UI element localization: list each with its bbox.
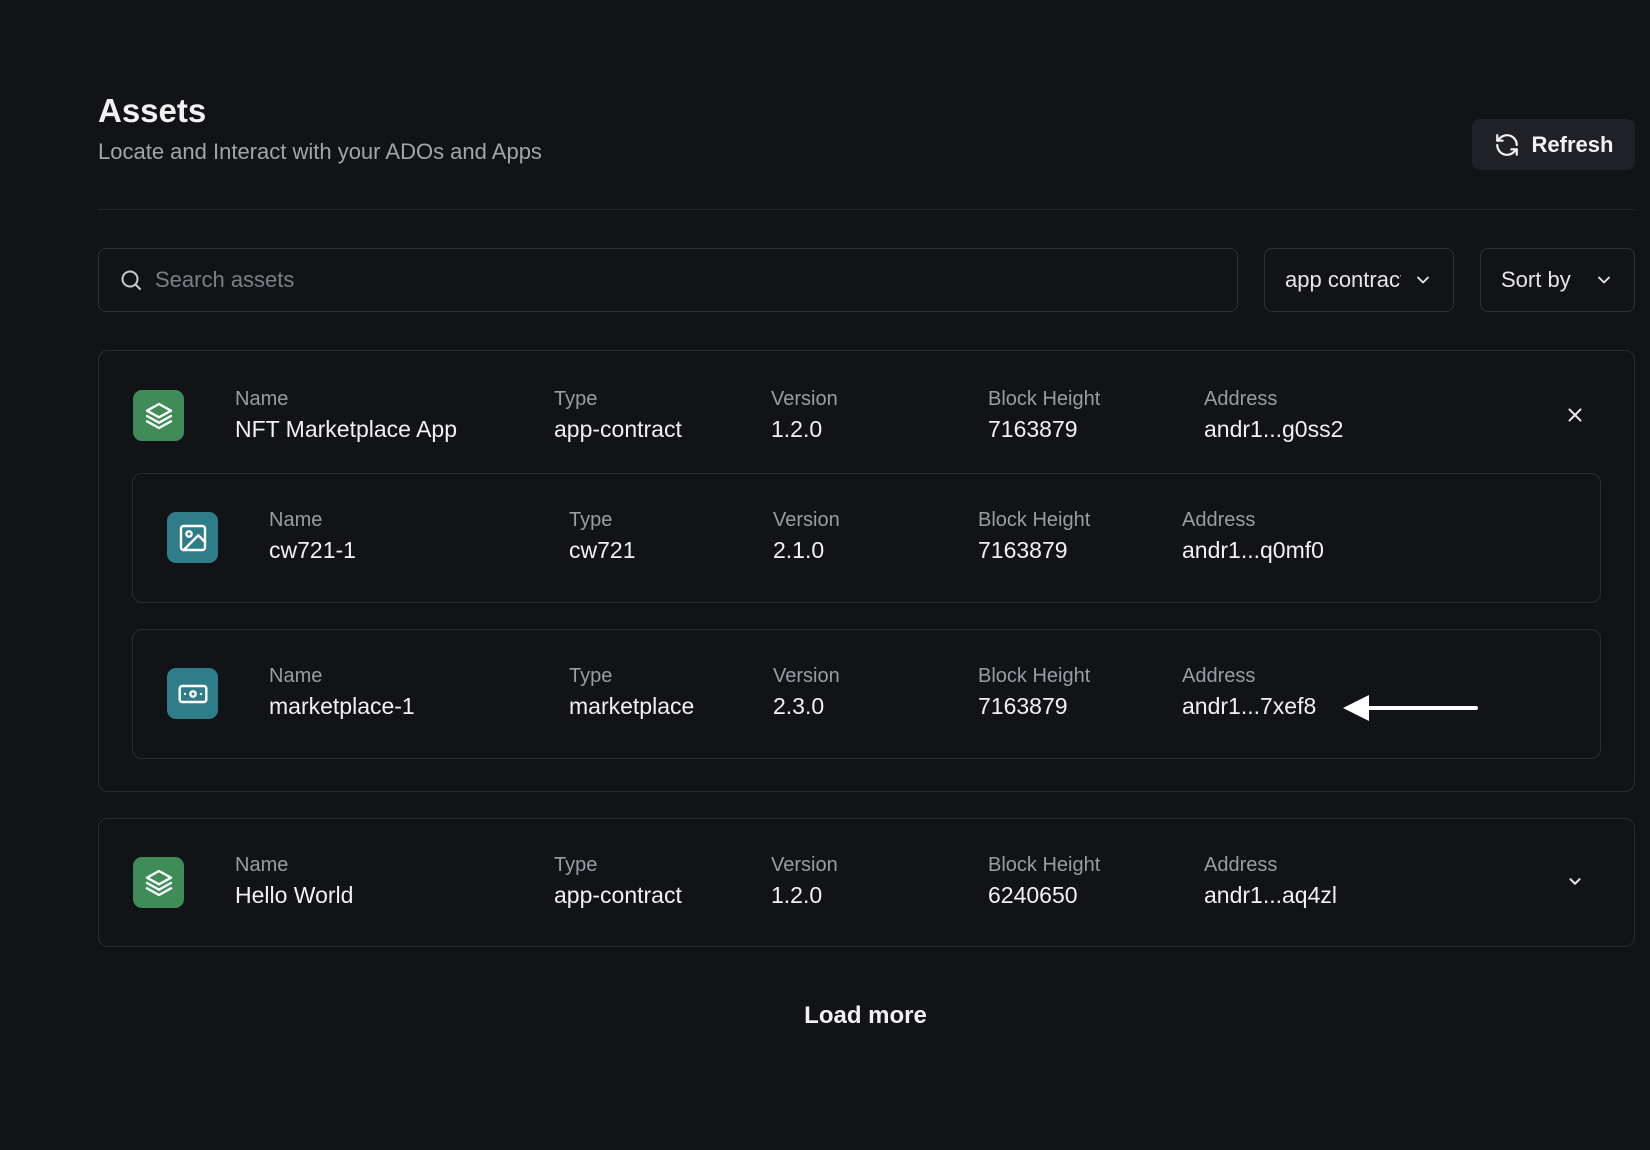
chevron-down-icon [1598,276,1610,284]
version-label: Version [773,665,840,687]
type-value: cw721 [569,537,636,563]
collapse-button[interactable] [1557,397,1593,433]
name-field: Name marketplace-1 [269,664,415,722]
type-filter-select[interactable]: app contract [1264,248,1454,312]
version-label: Version [771,854,838,876]
address-field: Address andr1...aq4zl [1204,853,1337,911]
name-field: Name NFT Marketplace App [235,387,457,445]
layers-icon [145,869,172,896]
chevron-down-icon [1417,276,1429,284]
annotation-arrow-icon [1343,695,1478,721]
search-icon [121,270,141,290]
address-value[interactable]: andr1...7xef8 [1182,690,1316,722]
type-value: app-contract [554,416,682,442]
name-value: NFT Marketplace App [235,416,458,442]
app-icon-box [133,390,184,441]
name-field: Name Hello World [235,853,353,911]
name-label: Name [235,388,289,410]
address-field: Address andr1...7xef8 [1182,664,1316,722]
address-label: Address [1182,665,1256,687]
chevron-down-icon [1569,878,1581,885]
version-value: 2.3.0 [773,693,825,719]
block-height-label: Block Height [988,854,1101,876]
type-value: marketplace [569,693,695,719]
version-label: Version [771,388,838,410]
header-divider [98,209,1635,210]
name-value: Hello World [235,882,354,908]
name-label: Name [269,509,323,531]
sort-label: Sort by [1501,267,1571,292]
search-box [98,248,1238,312]
block-height-label: Block Height [978,665,1091,687]
close-icon [1568,408,1582,422]
type-value: app-contract [554,882,682,908]
address-field: Address andr1...q0mf0 [1182,508,1324,566]
component-icon-box [167,512,218,563]
type-label: Type [569,509,613,531]
asset-row[interactable]: Name Hello World Type app-contract Versi… [99,819,1634,939]
page-subtitle: Locate and Interact with your ADOs and A… [98,139,542,164]
search-input[interactable] [155,267,1155,293]
refresh-icon [1495,133,1518,156]
name-field: Name cw721-1 [269,508,356,566]
block-height-value: 7163879 [978,693,1068,719]
block-height-value: 6240650 [988,882,1078,908]
name-value: cw721-1 [269,537,356,563]
component-row: Name cw721-1 Type cw721 Version 2.1.0 Bl… [133,476,1600,596]
version-value: 1.2.0 [771,416,823,442]
type-field: Type app-contract [554,387,682,445]
refresh-label: Refresh [1531,131,1614,157]
refresh-button[interactable]: Refresh [1472,119,1635,170]
version-field: Version 1.2.0 [771,853,838,911]
sort-select[interactable]: Sort by [1480,248,1635,312]
block-height-label: Block Height [978,509,1091,531]
image-icon [179,524,206,551]
asset-card: Name NFT Marketplace App Type app-contra… [98,350,1635,792]
expand-button[interactable] [1557,863,1593,899]
type-field: Type marketplace [569,664,694,722]
component-icon-box [167,668,218,719]
type-filter-value: app contract [1285,267,1401,292]
version-value: 1.2.0 [771,882,823,908]
load-more-button[interactable]: Load more [0,1002,1650,1030]
banknote-icon [177,684,208,703]
type-field: Type cw721 [569,508,635,566]
type-label: Type [554,854,598,876]
block-height-value: 7163879 [988,416,1078,442]
address-label: Address [1204,854,1278,876]
version-field: Version 1.2.0 [771,387,838,445]
address-value[interactable]: andr1...g0ss2 [1204,413,1343,445]
address-label: Address [1204,388,1278,410]
page-title: Assets [98,92,207,129]
asset-card[interactable]: Name Hello World Type app-contract Versi… [98,818,1635,947]
assets-page: Assets Locate and Interact with your ADO… [0,0,1650,1150]
block-height-field: Block Height 7163879 [978,664,1090,722]
block-height-field: Block Height 6240650 [988,853,1100,911]
name-label: Name [235,854,289,876]
version-value: 2.1.0 [773,537,825,563]
block-height-field: Block Height 7163879 [978,508,1090,566]
type-label: Type [569,665,613,687]
block-height-label: Block Height [988,388,1101,410]
block-height-value: 7163879 [978,537,1068,563]
type-field: Type app-contract [554,853,682,911]
layers-icon [145,402,172,429]
version-field: Version 2.1.0 [773,508,840,566]
address-field: Address andr1...g0ss2 [1204,387,1343,445]
address-label: Address [1182,509,1256,531]
name-label: Name [269,665,323,687]
block-height-field: Block Height 7163879 [988,387,1100,445]
component-card[interactable]: Name cw721-1 Type cw721 Version 2.1.0 Bl… [132,473,1601,603]
type-label: Type [554,388,598,410]
address-value[interactable]: andr1...aq4zl [1204,879,1337,911]
app-icon-box [133,857,184,908]
name-value: marketplace-1 [269,693,415,719]
address-value[interactable]: andr1...q0mf0 [1182,534,1324,566]
component-row: Name marketplace-1 Type marketplace Vers… [133,630,1600,750]
asset-row[interactable]: Name NFT Marketplace App Type app-contra… [99,351,1634,471]
version-field: Version 2.3.0 [773,664,840,722]
version-label: Version [773,509,840,531]
